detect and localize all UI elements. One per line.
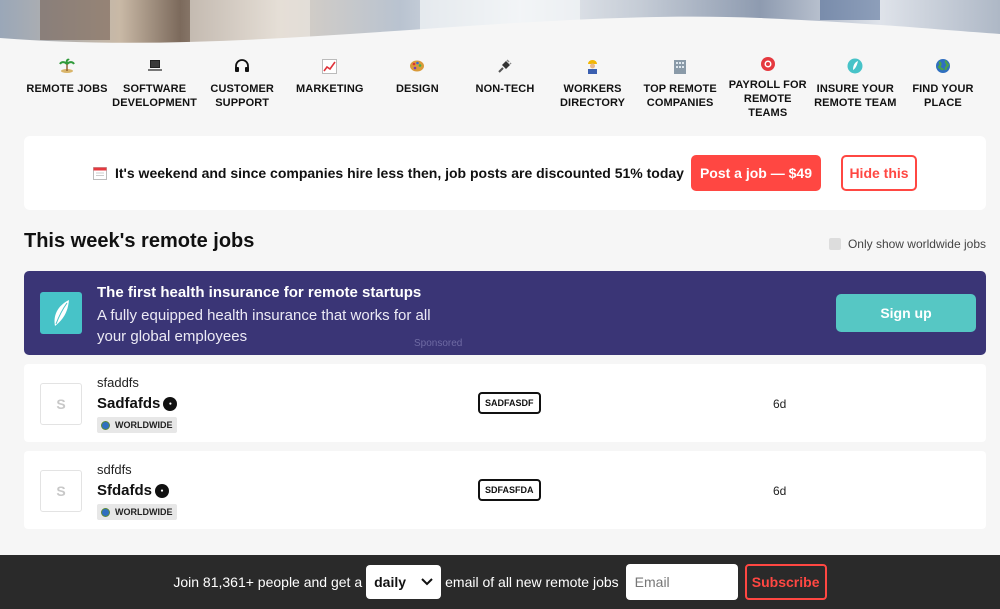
region-badge[interactable]: WORLDWIDE <box>97 417 177 433</box>
page-title: This week's remote jobs <box>24 230 255 252</box>
checkbox-label: Only show worldwide jobs <box>847 237 986 251</box>
region-label: WORLDWIDE <box>115 420 173 430</box>
category-label: FIND YOUR PLACE <box>912 83 974 109</box>
job-tag[interactable]: SADFASDF <box>478 392 541 414</box>
region-label: WORLDWIDE <box>115 507 173 517</box>
company-name: sfaddfs <box>97 375 139 390</box>
hide-banner-button[interactable]: Hide this <box>841 155 917 191</box>
job-title[interactable]: Sfdafds <box>97 482 152 499</box>
plug-icon <box>495 56 515 76</box>
lifebuoy-icon <box>758 56 778 72</box>
subscribe-button[interactable]: Subscribe <box>744 564 827 600</box>
posted-age: 6d <box>773 484 787 498</box>
building-icon <box>670 56 690 76</box>
globe-icon <box>101 507 110 517</box>
category-software-development[interactable]: SOFTWARE DEVELOPMENT <box>112 56 198 116</box>
category-non-tech[interactable]: NON-TECH <box>462 56 548 116</box>
chart-icon <box>320 56 340 76</box>
job-title-wrap: Sadfafds ● <box>97 395 178 412</box>
category-workers-directory[interactable]: WORKERS DIRECTORY <box>550 56 636 116</box>
category-label: SOFTWARE DEVELOPMENT <box>112 83 198 109</box>
category-label: CUSTOMER SUPPORT <box>210 83 274 109</box>
company-name: sdfdfs <box>97 462 132 477</box>
posted-age: 6d <box>773 397 787 411</box>
category-top-remote-companies[interactable]: TOP REMOTE COMPANIES <box>637 56 723 116</box>
frequency-select[interactable]: daily <box>366 565 442 599</box>
palm-island-icon <box>57 56 77 76</box>
category-label: REMOTE JOBS <box>26 83 108 95</box>
company-logo: S <box>40 383 82 425</box>
category-customer-support[interactable]: CUSTOMER SUPPORT <box>199 56 285 116</box>
verified-badge-icon: ● <box>155 483 170 498</box>
category-label: PAYROLL FOR REMOTE TEAMS <box>728 79 807 119</box>
category-label: WORKERS DIRECTORY <box>560 83 626 109</box>
category-find-your-place[interactable]: FIND YOUR PLACE <box>900 56 986 116</box>
region-badge[interactable]: WORLDWIDE <box>97 504 177 520</box>
subscribe-bar: Join 81,361+ people and get a daily emai… <box>0 555 1000 609</box>
post-job-button[interactable]: Post a job — $49 <box>690 155 821 191</box>
feather-logo-icon <box>40 292 82 334</box>
checkbox-box[interactable] <box>828 238 841 250</box>
feather-icon <box>845 56 865 76</box>
chevron-down-icon <box>421 578 433 586</box>
worker-icon <box>583 56 603 76</box>
verified-badge-icon: ● <box>163 396 178 411</box>
category-label: MARKETING <box>296 83 364 95</box>
frequency-value: daily <box>374 574 407 590</box>
laptop-icon <box>145 56 165 76</box>
job-row[interactable]: S sdfdfs Sfdafds ● WORLDWIDE SDFASFDA 6d <box>24 451 986 529</box>
worldwide-only-checkbox[interactable]: Only show worldwide jobs <box>828 237 986 251</box>
ad-headline: The first health insurance for remote st… <box>97 284 422 301</box>
category-insure-your-remote-team[interactable]: INSURE YOUR REMOTE TEAM <box>812 56 898 116</box>
category-nav: REMOTE JOBS SOFTWARE DEVELOPMENT CUSTOME… <box>24 56 986 119</box>
category-label: INSURE YOUR REMOTE TEAM <box>814 83 897 109</box>
globe-icon <box>101 420 110 430</box>
sponsored-label: Sponsored <box>414 338 463 349</box>
headphones-icon <box>232 56 252 76</box>
discount-text: It's weekend and since companies hire le… <box>115 165 684 181</box>
job-title[interactable]: Sadfafds <box>97 395 160 412</box>
job-title-wrap: Sfdafds ● <box>97 482 170 499</box>
subscribe-text-before: Join 81,361+ people and get a <box>173 574 363 590</box>
job-tag[interactable]: SDFASFDA <box>478 479 541 501</box>
hero-image <box>0 0 1000 52</box>
category-remote-jobs[interactable]: REMOTE JOBS <box>24 56 110 116</box>
job-row[interactable]: S sfaddfs Sadfafds ● WORLDWIDE SADFASDF … <box>24 364 986 442</box>
ad-description: A fully equipped health insurance that w… <box>97 307 431 345</box>
category-label: NON-TECH <box>475 83 535 95</box>
sign-up-button[interactable]: Sign up <box>836 294 976 332</box>
globe-icon <box>933 56 953 76</box>
company-logo: S <box>40 470 82 512</box>
category-design[interactable]: DESIGN <box>374 56 460 116</box>
category-label: DESIGN <box>395 83 439 95</box>
category-payroll-for-remote-teams[interactable]: PAYROLL FOR REMOTE TEAMS <box>725 56 811 119</box>
category-marketing[interactable]: MARKETING <box>287 56 373 116</box>
sponsored-ad[interactable]: The first health insurance for remote st… <box>24 271 986 355</box>
discount-banner: It's weekend and since companies hire le… <box>24 136 986 210</box>
category-label: TOP REMOTE COMPANIES <box>643 83 717 109</box>
subscribe-text-after: email of all new remote jobs <box>445 574 619 590</box>
palette-icon <box>407 56 427 76</box>
calendar-icon <box>93 166 107 180</box>
email-field[interactable] <box>625 564 738 600</box>
